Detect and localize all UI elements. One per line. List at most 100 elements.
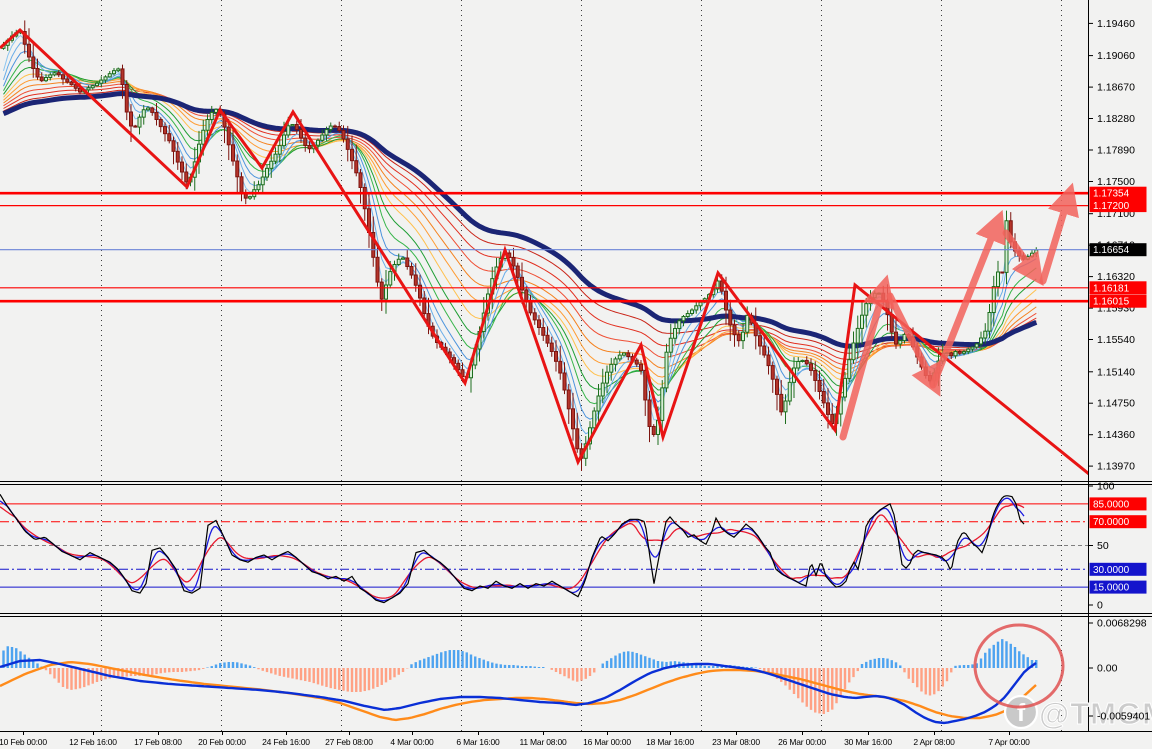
macd-histogram-bar-positive — [1014, 647, 1016, 668]
macd-histogram-bar-negative — [262, 668, 264, 671]
rainbow-ma-line — [4, 82, 1037, 370]
macd-histogram-bar-positive — [1018, 651, 1020, 668]
macd-histogram-bar-positive — [500, 664, 502, 668]
macd-histogram-bar-positive — [1005, 641, 1007, 668]
candle-bull — [606, 372, 609, 383]
macd-histogram-bar-positive — [219, 663, 221, 668]
price-tick-label: 1.15540 — [1097, 334, 1135, 346]
macd-histogram-bar-positive — [631, 652, 633, 668]
macd-histogram-bar-negative — [402, 668, 404, 672]
candle-bull — [861, 315, 864, 328]
time-label: 20 Feb 00:00 — [198, 737, 246, 747]
macd-histogram-bar-positive — [984, 653, 986, 668]
candle-bull — [53, 73, 56, 75]
candle-bear — [767, 355, 770, 366]
macd-histogram-bar-positive — [891, 660, 893, 668]
macd-histogram-bar-negative — [359, 668, 361, 692]
macd-histogram-bar-negative — [580, 668, 582, 681]
macd-histogram-bar-positive — [449, 650, 451, 668]
macd-histogram-bar-negative — [835, 668, 837, 703]
candle-bull — [317, 140, 320, 145]
time-axis[interactable]: 10 Feb 00:00 12 Feb 16:00 17 Feb 08:00 20 F… — [0, 731, 1030, 747]
macd-histogram-bar-positive — [644, 656, 646, 668]
candle-bull — [206, 120, 209, 131]
candle-bear — [810, 364, 813, 371]
macd-histogram-bar-negative — [937, 668, 939, 691]
macd-histogram-bar-positive — [461, 651, 463, 668]
macd-histogram-bar-positive — [236, 662, 238, 668]
macd-histogram-bar-negative — [844, 668, 846, 689]
trading-chart[interactable]: f @TMGM 1.194601.190601.186701.182801.17… — [0, 0, 1152, 749]
candle-bear — [66, 79, 69, 82]
macd-histogram-bar-positive — [240, 663, 242, 668]
candle-bull — [1031, 253, 1034, 256]
macd-histogram-bar-negative — [840, 668, 842, 697]
time-label: 10 Feb 00:00 — [0, 737, 47, 747]
candle-bear — [181, 162, 184, 172]
price-badge-label: 1.17200 — [1093, 201, 1130, 212]
candle-bull — [674, 329, 677, 339]
candle-bear — [533, 313, 536, 320]
candle-bull — [746, 315, 749, 332]
macd-histogram-bar-positive — [648, 658, 650, 668]
candle-bull — [291, 125, 294, 126]
candle-bull — [389, 272, 392, 285]
candle-bull — [984, 331, 987, 338]
macd-histogram-bar-positive — [869, 660, 871, 668]
candle-bull — [147, 108, 150, 110]
candle-bull — [788, 382, 791, 401]
analyst-annotations — [843, 192, 1070, 707]
macd-histogram-bar-negative — [266, 668, 268, 672]
candle-bull — [954, 352, 957, 356]
candle-bear — [164, 127, 167, 134]
price-panel[interactable] — [0, 20, 1115, 495]
price-badge-label: 1.16015 — [1093, 297, 1130, 308]
price-badge-label: 1.16654 — [1093, 245, 1130, 256]
candle-bull — [113, 71, 116, 74]
macd-histogram-bar-negative — [274, 668, 276, 675]
candle-bear — [40, 77, 43, 81]
candle-bull — [278, 146, 281, 155]
macd-histogram-bar-positive — [249, 666, 251, 669]
macd-histogram-bar-negative — [368, 668, 370, 690]
macd-histogram-bar-negative — [66, 668, 68, 689]
oscillator-panel[interactable] — [0, 494, 1088, 602]
candle-bear — [159, 120, 162, 127]
macd-histogram-bar-negative — [257, 668, 259, 669]
macd-histogram-bar-positive — [525, 666, 527, 668]
candle-bull — [601, 383, 604, 396]
price-tick-label: -0.0059401 — [1097, 711, 1150, 723]
candle-bear — [342, 131, 345, 140]
macd-histogram-bar-negative — [185, 668, 187, 672]
macd-panel[interactable] — [0, 639, 1037, 723]
candle-bear — [227, 127, 230, 145]
candle-bear — [776, 379, 779, 394]
macd-histogram-bar-positive — [895, 662, 897, 668]
time-label: 16 Mar 00:00 — [583, 737, 631, 747]
candle-bull — [865, 304, 868, 316]
macd-histogram-bar-negative — [568, 668, 570, 678]
candle-bull — [963, 352, 966, 354]
macd-histogram-bar-negative — [168, 668, 170, 672]
macd-histogram-bar-positive — [211, 666, 213, 668]
time-label: 12 Feb 16:00 — [69, 737, 117, 747]
candle-bear — [346, 139, 349, 149]
price-axis[interactable]: 1.194601.190601.186701.182801.178901.175… — [1088, 18, 1150, 723]
candle-bull — [742, 332, 745, 340]
candle-bull — [665, 352, 668, 388]
price-tick-label: 1.17890 — [1097, 145, 1135, 157]
candle-bear — [134, 126, 137, 127]
price-badge-label: 15.0000 — [1093, 583, 1130, 594]
macd-histogram-bar-positive — [661, 662, 663, 668]
candle-bull — [261, 177, 264, 185]
price-badge-label: 1.16181 — [1093, 283, 1130, 294]
macd-histogram-bar-positive — [971, 664, 973, 668]
price-tick-label: 1.15140 — [1097, 366, 1135, 378]
time-label: 17 Feb 08:00 — [134, 737, 182, 747]
candle-bear — [1001, 272, 1004, 273]
candle-bull — [142, 110, 145, 117]
candle-bull — [104, 77, 107, 80]
macd-histogram-bar-positive — [15, 648, 17, 668]
time-label: 27 Feb 08:00 — [325, 737, 373, 747]
macd-histogram-bar-negative — [908, 668, 910, 679]
